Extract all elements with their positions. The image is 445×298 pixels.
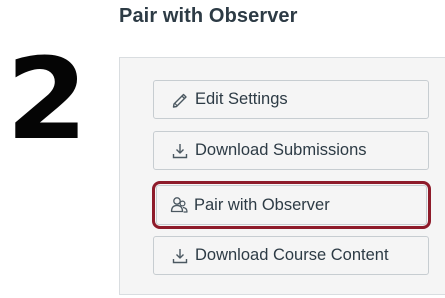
download-icon (170, 141, 190, 161)
download-course-content-label: Download Course Content (195, 246, 389, 264)
page-title: Pair with Observer (119, 5, 298, 27)
download-submissions-button[interactable]: Download Submissions (153, 131, 429, 170)
step-number: 2 (6, 35, 88, 165)
pencil-icon (170, 90, 190, 110)
edit-settings-label: Edit Settings (195, 90, 288, 108)
users-icon (169, 195, 189, 215)
download-course-content-button[interactable]: Download Course Content (153, 236, 429, 275)
pair-with-observer-button[interactable]: Pair with Observer (152, 181, 431, 229)
edit-settings-button[interactable]: Edit Settings (153, 80, 429, 119)
download-icon (170, 246, 190, 266)
download-submissions-label: Download Submissions (195, 141, 367, 159)
pair-with-observer-label: Pair with Observer (194, 195, 330, 214)
